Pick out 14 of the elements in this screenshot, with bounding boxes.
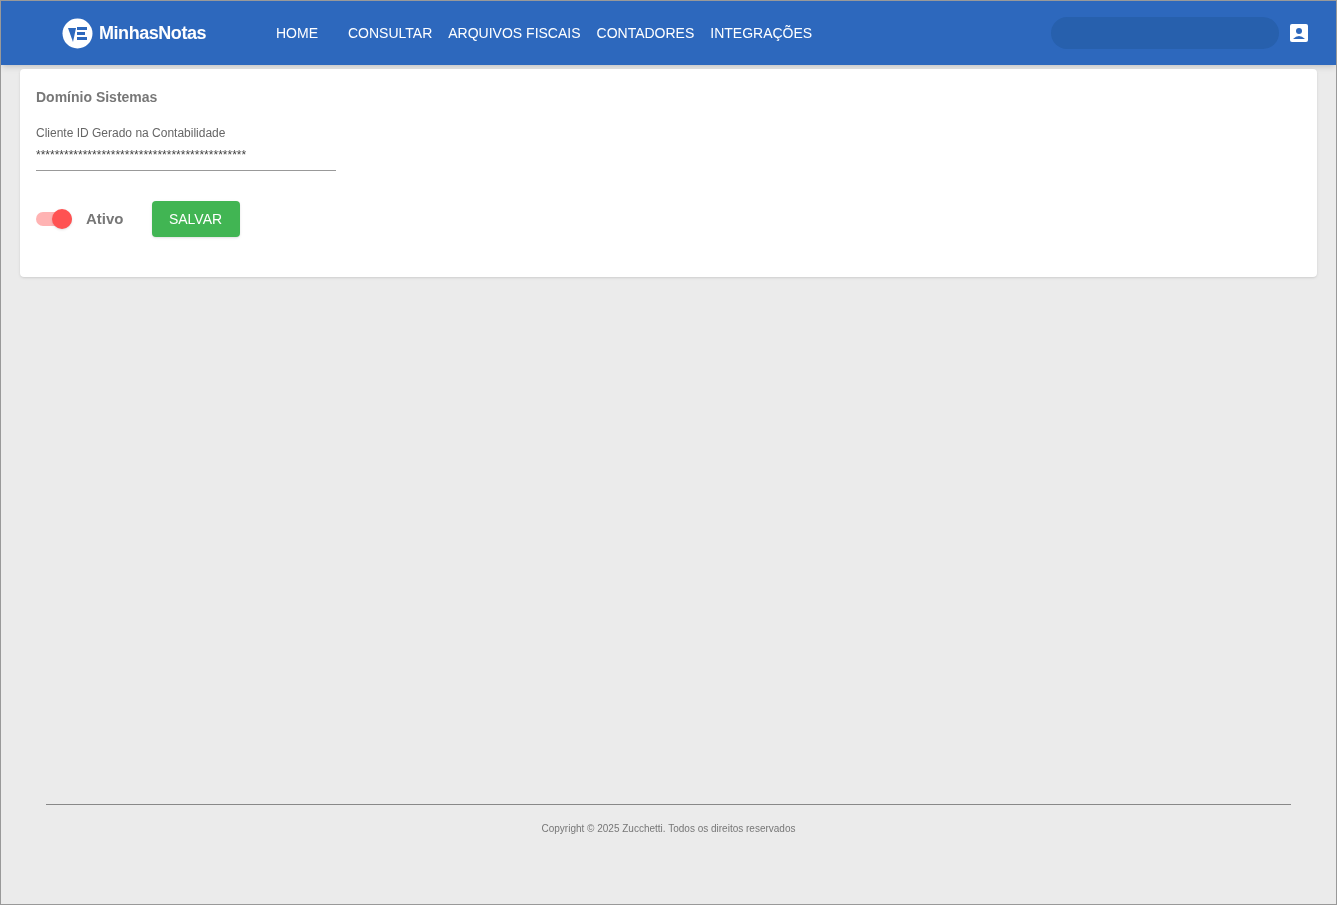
nav-link[interactable]: HOME — [268, 22, 326, 44]
copyright-text: Copyright © 2025 Zucchetti. Todos os direitos reservados — [541, 822, 796, 835]
logo-text: MinhasNotas — [99, 21, 207, 45]
nav-link[interactable]: ARQUIVOS FISCAIS — [440, 22, 589, 44]
client-id-field[interactable]: ********************************************* — [36, 146, 336, 171]
nav-link[interactable]: INTEGRAÇÕES — [702, 22, 821, 44]
nav-link[interactable]: CONSULTAR — [340, 22, 441, 44]
nav-link[interactable]: CONTADORES — [588, 22, 703, 44]
account-icon[interactable] — [1289, 23, 1309, 43]
logo-icon — [62, 17, 93, 49]
active-toggle[interactable] — [36, 212, 72, 226]
card-title: Domínio Sistemas — [36, 88, 159, 107]
field-label: Cliente ID Gerado na Contabilidade — [36, 125, 227, 142]
toggle-label: Ativo — [86, 208, 124, 229]
